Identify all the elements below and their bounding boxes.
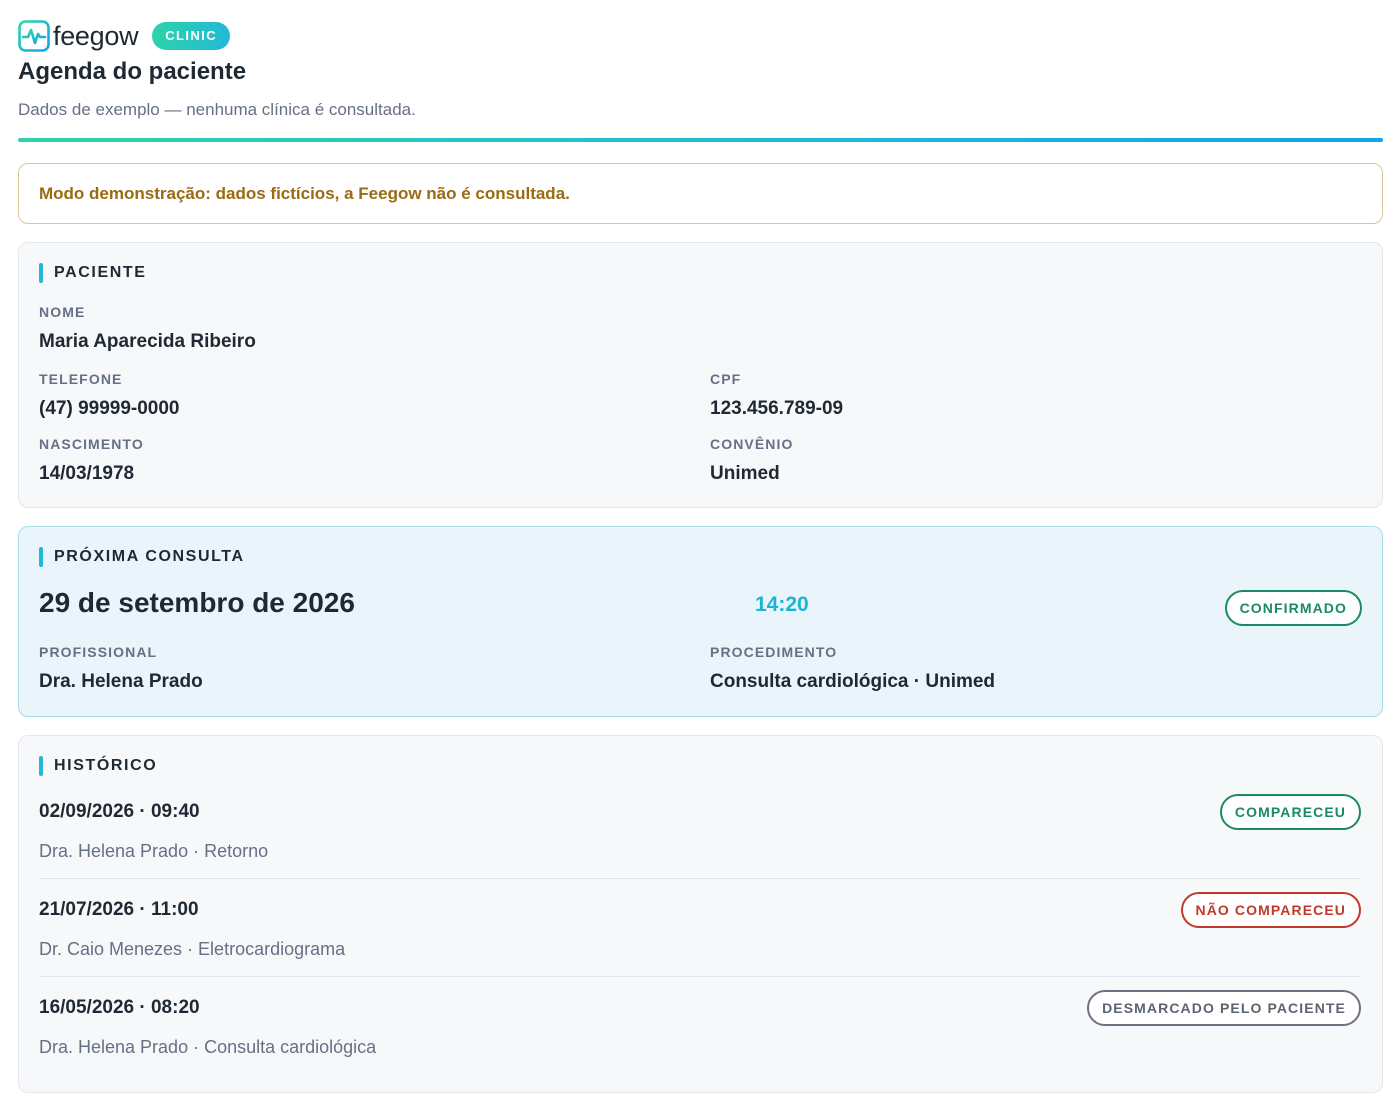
status-badge-confirmed: CONFIRMADO	[1224, 590, 1362, 626]
patient-section-header: PACIENTE	[39, 263, 147, 283]
history-list-item: 16/05/2026 · 08:20 Dra. Helena Prado · C…	[39, 977, 1361, 1075]
history-item-datetime: 16/05/2026 · 08:20	[39, 997, 200, 1018]
history-item-datetime: 21/07/2026 · 11:00	[39, 899, 199, 920]
brand-logo-text: feegow	[53, 21, 139, 51]
insurance-label: CONVÊNIO	[710, 436, 794, 452]
alert-text: Modo demonstração: dados fictícios, a Fe…	[39, 183, 570, 203]
demo-mode-alert: Modo demonstração: dados fictícios, a Fe…	[18, 163, 1383, 224]
patient-section-title: PACIENTE	[54, 264, 147, 281]
section-accent-bar	[39, 756, 43, 776]
patient-cpf: 123.456.789-09	[710, 398, 844, 419]
appointment-procedure: Consulta cardiológica · Unimed	[710, 671, 996, 692]
name-label: NOME	[39, 304, 86, 320]
accent-divider	[18, 138, 1383, 142]
history-list-item: 02/09/2026 · 09:40 Dra. Helena Prado · R…	[39, 781, 1361, 879]
next-appointment-section-header: PRÓXIMA CONSULTA	[39, 547, 245, 567]
status-badge-attended: COMPARECEU	[1219, 794, 1361, 830]
section-accent-bar	[39, 263, 43, 283]
status-badge-no-show: NÃO COMPARECEU	[1180, 892, 1361, 928]
appointment-date: 29 de setembro de 2026	[39, 587, 355, 618]
brand-header: feegow CLINIC	[18, 18, 230, 54]
patient-phone: (47) 99999-0000	[39, 398, 180, 419]
appointment-time: 14:20	[755, 593, 809, 616]
procedure-label: PROCEDIMENTO	[710, 644, 838, 660]
patient-birth: 14/03/1978	[39, 463, 135, 484]
next-appointment-section-title: PRÓXIMA CONSULTA	[54, 548, 245, 565]
page-subtitle: Dados de exemplo — nenhuma clínica é con…	[18, 100, 416, 119]
history-card: HISTÓRICO 02/09/2026 · 09:40 Dra. Helena…	[18, 735, 1383, 1093]
appointment-professional: Dra. Helena Prado	[39, 671, 203, 692]
professional-label: PROFISSIONAL	[39, 644, 158, 660]
history-section-title: HISTÓRICO	[54, 757, 158, 774]
patient-name: Maria Aparecida Ribeiro	[39, 331, 256, 352]
history-list-item: 21/07/2026 · 11:00 Dr. Caio Menezes · El…	[39, 879, 1361, 977]
pulse-monitor-icon	[18, 20, 50, 52]
patient-card: PACIENTE NOME Maria Aparecida Ribeiro TE…	[18, 242, 1383, 508]
clinic-badge: CLINIC	[152, 22, 230, 50]
history-item-datetime: 02/09/2026 · 09:40	[39, 801, 200, 822]
history-section-header: HISTÓRICO	[39, 756, 157, 776]
section-accent-bar	[39, 547, 43, 567]
history-item-detail: Dr. Caio Menezes · Eletrocardiograma	[39, 939, 346, 959]
history-item-detail: Dra. Helena Prado · Consulta cardiológic…	[39, 1037, 377, 1057]
status-badge-cancelled-by-patient: DESMARCADO PELO PACIENTE	[1087, 990, 1361, 1026]
next-appointment-card: PRÓXIMA CONSULTA 29 de setembro de 2026 …	[18, 526, 1383, 717]
phone-label: TELEFONE	[39, 371, 123, 387]
cpf-label: CPF	[710, 371, 742, 387]
page-title: Agenda do paciente	[18, 58, 247, 85]
birth-label: NASCIMENTO	[39, 436, 144, 452]
patient-insurance: Unimed	[710, 463, 780, 484]
history-item-detail: Dra. Helena Prado · Retorno	[39, 841, 269, 861]
